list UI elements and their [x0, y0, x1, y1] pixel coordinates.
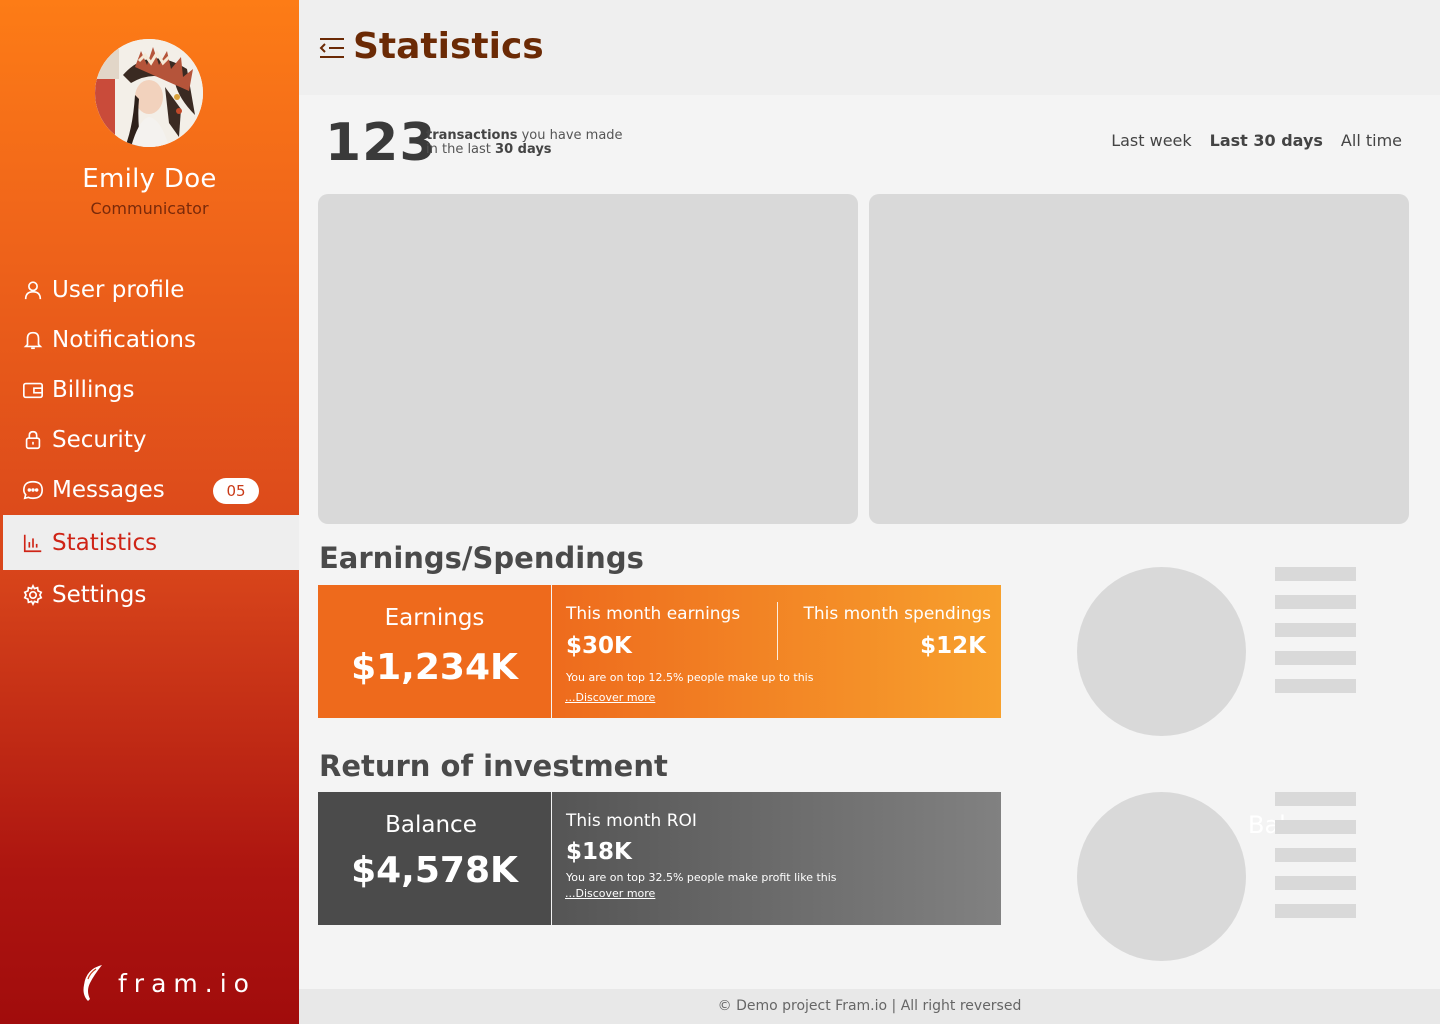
user-role: Communicator: [90, 199, 209, 218]
page-title: Statistics: [353, 26, 544, 67]
top-bar: Statistics: [299, 0, 1440, 95]
sidebar-item-statistics[interactable]: Statistics: [3, 515, 299, 570]
roi-month-panel: This month ROI $18K You are on top 32.5%…: [552, 792, 1001, 925]
sidebar-item-label: Billings: [52, 377, 135, 403]
sidebar-item-billings[interactable]: Billings: [3, 365, 299, 415]
range-all-time[interactable]: All time: [1341, 131, 1402, 150]
earnings-section-title: Earnings/Spendings: [319, 541, 644, 575]
earnings-note: You are on top 12.5% people make up to t…: [566, 671, 814, 684]
legend-placeholder: [1275, 567, 1356, 581]
chat-icon: [22, 479, 44, 501]
transactions-count: 123: [325, 113, 437, 173]
sidebar-item-label: User profile: [52, 277, 185, 303]
feather-icon: [83, 965, 102, 1001]
legend-placeholder: [1275, 595, 1356, 609]
legend-placeholder: [1275, 792, 1356, 806]
divider: [777, 602, 778, 660]
legend-placeholder: [1275, 904, 1356, 918]
messages-count-badge: 05: [213, 478, 259, 504]
sidebar-item-label: Security: [52, 427, 147, 453]
sidebar-item-label: Settings: [52, 582, 147, 608]
period-bold: 30 days: [495, 142, 552, 157]
transactions-word: transactions: [426, 128, 518, 143]
bar-chart-icon: [22, 532, 44, 554]
sidebar-item-label: Notifications: [52, 327, 196, 353]
transactions-description: transactions you have made in the last 3…: [426, 129, 623, 157]
sidebar-nav: User profile Notifications Billings Secu…: [3, 265, 299, 620]
roi-card: Balance $4,578K This month ROI $18K You …: [318, 792, 1001, 925]
chart-placeholder-left: [318, 194, 858, 524]
pie-placeholder-roi: [1077, 792, 1246, 961]
avatar-photo: [95, 39, 203, 147]
brand-name: fram.io: [118, 968, 256, 998]
month-earnings-value: $30K: [566, 633, 632, 659]
wallet-icon: [22, 379, 44, 401]
earnings-card: Earnings $1,234K This month earnings $30…: [318, 585, 1001, 718]
balance-panel: Balance $4,578K: [318, 792, 551, 925]
legend-placeholder: [1275, 651, 1356, 665]
avatar[interactable]: [95, 39, 203, 147]
sidebar-item-messages[interactable]: Messages 05: [3, 465, 299, 515]
balance-label: Balance: [385, 812, 477, 838]
sidebar-item-user-profile[interactable]: User profile: [3, 265, 299, 315]
gear-icon: [22, 584, 44, 606]
legend-placeholder: [1275, 848, 1356, 862]
earnings-month-panel: This month earnings $30K This month spen…: [552, 585, 1001, 718]
brand-logo[interactable]: fram.io: [78, 963, 256, 1003]
user-name: Emily Doe: [82, 164, 217, 194]
sidebar-item-security[interactable]: Security: [3, 415, 299, 465]
time-range-selector: Last week Last 30 days All time: [1105, 131, 1402, 150]
month-spendings-value: $12K: [920, 633, 986, 659]
roi-discover-link[interactable]: ...Discover more: [565, 887, 655, 900]
footer: © Demo project Fram.io | All right rever…: [299, 989, 1440, 1024]
earnings-value: $1,234K: [351, 647, 518, 688]
legend-placeholder: [1275, 876, 1356, 890]
sidebar-item-settings[interactable]: Settings: [3, 570, 299, 620]
bell-icon: [22, 329, 44, 351]
earnings-total-panel: Earnings $1,234K: [318, 585, 551, 718]
roi-note: You are on top 32.5% people make profit …: [566, 871, 837, 884]
period-text: in the last: [426, 142, 496, 157]
legend-placeholder: [1275, 623, 1356, 637]
chart-placeholder-right: [869, 194, 1409, 524]
sidebar-item-notifications[interactable]: Notifications: [3, 315, 299, 365]
transactions-text: you have made: [517, 128, 623, 143]
month-roi-value: $18K: [566, 839, 632, 865]
month-spendings-label: This month spendings: [803, 604, 991, 624]
earnings-label: Earnings: [384, 605, 485, 631]
pie-placeholder-earnings: [1077, 567, 1246, 736]
legend-placeholder: [1275, 679, 1356, 693]
user-icon: [22, 279, 44, 301]
range-last-week[interactable]: Last week: [1111, 131, 1191, 150]
roi-section-title: Return of investment: [319, 749, 668, 783]
sidebar-item-label: Messages: [52, 477, 165, 503]
legend-placeholder: [1275, 820, 1356, 834]
month-roi-label: This month ROI: [566, 811, 697, 831]
earnings-discover-link[interactable]: ...Discover more: [565, 691, 655, 704]
sidebar: Emily Doe Communicator User profile Noti…: [0, 0, 299, 1024]
sidebar-item-label: Statistics: [52, 529, 158, 556]
range-last-30-days[interactable]: Last 30 days: [1210, 131, 1323, 150]
lock-icon: [22, 429, 44, 451]
menu-collapse-icon[interactable]: [319, 36, 345, 60]
month-earnings-label: This month earnings: [566, 604, 741, 624]
balance-value: $4,578K: [351, 850, 518, 891]
